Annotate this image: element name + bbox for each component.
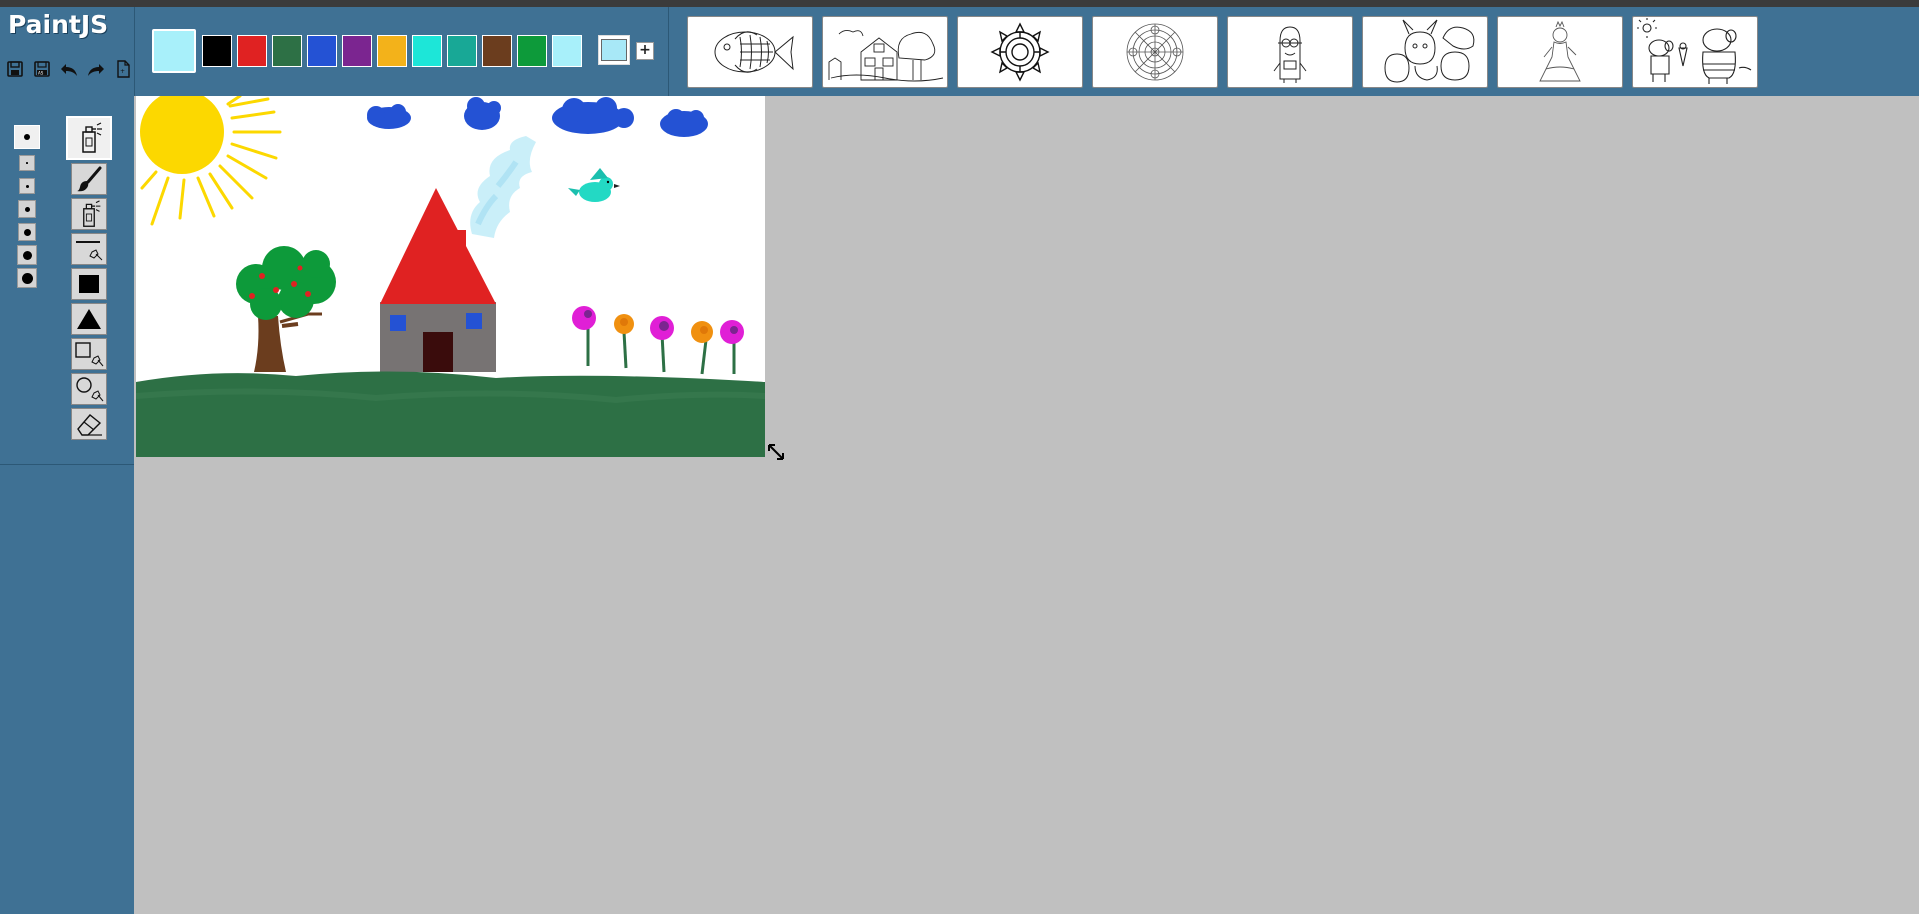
palette-swatch[interactable] bbox=[307, 35, 337, 67]
current-color-swatch[interactable] bbox=[152, 29, 196, 73]
header-divider bbox=[134, 7, 135, 96]
template-rainbow-fish[interactable] bbox=[687, 16, 813, 88]
tool-eraser[interactable] bbox=[71, 408, 107, 440]
tool-line[interactable] bbox=[71, 233, 107, 265]
tool-rectangle-fill[interactable] bbox=[71, 268, 107, 300]
brush-size-option[interactable] bbox=[13, 176, 41, 196]
save-as-icon[interactable]: AS bbox=[31, 58, 53, 80]
drawing-canvas[interactable] bbox=[136, 96, 765, 457]
palette-swatch[interactable] bbox=[552, 35, 582, 67]
line-icon bbox=[76, 241, 103, 261]
save-icon[interactable] bbox=[4, 58, 26, 80]
template-princess[interactable] bbox=[1497, 16, 1623, 88]
brush-size-box bbox=[17, 245, 37, 265]
brush-size-dot-icon bbox=[22, 250, 32, 260]
header-divider bbox=[668, 7, 669, 96]
color-palette bbox=[202, 35, 582, 67]
app-logo: PaintJS bbox=[8, 10, 109, 39]
brush-size-option[interactable] bbox=[13, 199, 41, 219]
brush-size-option[interactable] bbox=[13, 245, 41, 265]
palette-swatch[interactable] bbox=[447, 35, 477, 67]
window-top-strip bbox=[0, 0, 1919, 7]
redo-icon[interactable] bbox=[85, 58, 107, 80]
circle-outline-icon bbox=[76, 377, 104, 402]
sun-drawing bbox=[140, 96, 282, 226]
brush-size-dot-icon bbox=[23, 228, 31, 236]
tool-spray[interactable] bbox=[66, 116, 112, 160]
palette-swatch[interactable] bbox=[517, 35, 547, 67]
smoke-drawing bbox=[470, 136, 536, 238]
template-pokemon-group[interactable] bbox=[1362, 16, 1488, 88]
tool-brush[interactable] bbox=[71, 163, 107, 195]
clouds-drawing bbox=[367, 97, 708, 137]
square-outline-icon bbox=[75, 342, 104, 367]
template-gallery bbox=[687, 16, 1758, 88]
brush-size-box bbox=[14, 125, 40, 149]
brush-size-dot-icon bbox=[21, 272, 33, 284]
brush-size-picker bbox=[13, 124, 41, 291]
template-minion[interactable] bbox=[1227, 16, 1353, 88]
canvas-resize-handle[interactable] bbox=[767, 443, 785, 461]
template-round-mandala[interactable] bbox=[1092, 16, 1218, 88]
tool-panel bbox=[66, 116, 112, 443]
eraser-icon bbox=[77, 414, 102, 436]
template-house-with-trees[interactable] bbox=[822, 16, 948, 88]
flowers-drawing bbox=[572, 306, 744, 375]
spray-can-icon bbox=[82, 122, 102, 153]
filled-square-icon bbox=[79, 275, 99, 293]
palette-swatch[interactable] bbox=[272, 35, 302, 67]
template-sun-mandala[interactable] bbox=[957, 16, 1083, 88]
template-peppa-pig[interactable] bbox=[1632, 16, 1758, 88]
brush-size-dot-icon bbox=[24, 134, 30, 140]
custom-color-preview bbox=[601, 39, 627, 61]
spray-can-icon bbox=[83, 200, 101, 227]
brush-size-option[interactable] bbox=[13, 124, 41, 150]
undo-icon[interactable] bbox=[58, 58, 80, 80]
tree-drawing bbox=[236, 246, 336, 372]
brush-size-dot-icon bbox=[24, 206, 30, 212]
brush-size-box bbox=[18, 223, 36, 241]
tool-circle-outline[interactable] bbox=[71, 373, 107, 405]
resize-arrow-icon bbox=[768, 444, 784, 460]
svg-text:+: + bbox=[120, 68, 125, 75]
palette-swatch[interactable] bbox=[237, 35, 267, 67]
tool-spray-alt[interactable] bbox=[71, 198, 107, 230]
brush-size-box bbox=[19, 155, 35, 171]
brush-size-option[interactable] bbox=[13, 268, 41, 288]
palette-swatch[interactable] bbox=[342, 35, 372, 67]
brush-size-dot-icon bbox=[26, 162, 28, 164]
add-color-button[interactable]: + bbox=[636, 42, 654, 60]
file-actions: AS + bbox=[4, 58, 134, 80]
brush-size-box bbox=[18, 200, 36, 218]
bird-drawing bbox=[568, 168, 620, 202]
brush-size-dot-icon bbox=[25, 184, 29, 188]
new-file-icon[interactable]: + bbox=[112, 58, 134, 80]
tool-triangle-fill[interactable] bbox=[71, 303, 107, 335]
palette-swatch[interactable] bbox=[377, 35, 407, 67]
canvas-drawing bbox=[136, 96, 765, 457]
palette-swatch[interactable] bbox=[482, 35, 512, 67]
custom-color-picker[interactable] bbox=[598, 35, 630, 65]
tool-rectangle-outline[interactable] bbox=[71, 338, 107, 370]
palette-swatch[interactable] bbox=[412, 35, 442, 67]
brush-size-box bbox=[19, 178, 35, 194]
paintbrush-icon bbox=[77, 166, 102, 192]
sidebar-divider bbox=[0, 464, 134, 465]
grass-drawing bbox=[136, 371, 765, 457]
filled-triangle-icon bbox=[77, 309, 101, 329]
brush-size-option[interactable] bbox=[13, 222, 41, 242]
brush-size-option[interactable] bbox=[13, 153, 41, 173]
palette-swatch[interactable] bbox=[202, 35, 232, 67]
svg-text:AS: AS bbox=[38, 71, 44, 76]
brush-size-box bbox=[17, 268, 37, 288]
